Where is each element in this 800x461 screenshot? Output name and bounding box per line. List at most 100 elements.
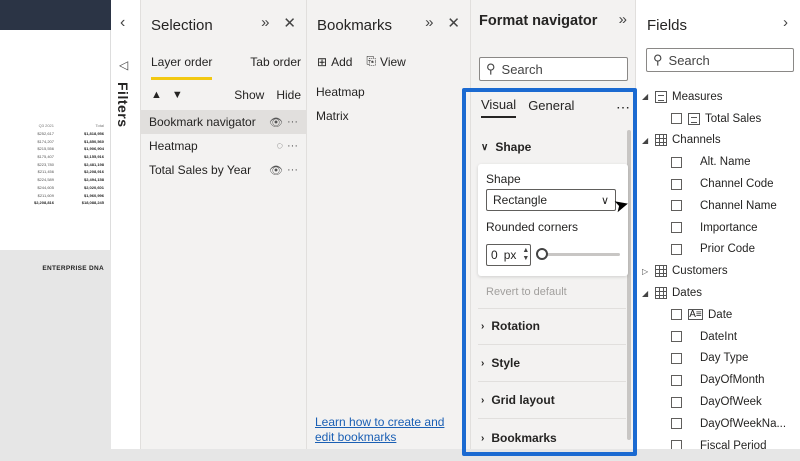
text-field-icon: A≡ [688,309,703,321]
fields-search-input[interactable]: ⚲ Search [646,48,794,72]
rounded-corners-stepper[interactable]: 0 px ▲ ▼ [486,244,531,266]
field-table-customers[interactable]: ▷ Customers [636,260,800,282]
tab-tab-order[interactable]: Tab order [250,55,301,80]
field-checkbox[interactable] [671,331,682,343]
section-bookmarks[interactable]: › Bookmarks [481,431,557,445]
chevron-down-icon[interactable]: ◢ [642,289,652,298]
show-button[interactable]: Show [234,88,264,102]
hide-button[interactable]: Hide [276,88,301,102]
collapse-pane-icon[interactable]: » [261,14,269,32]
search-icon: ⚲ [486,61,496,76]
expand-filters-icon[interactable]: ‹ [120,14,125,32]
eye-icon[interactable]: 👁 [269,116,283,129]
report-canvas[interactable]: Q3 2021 Total $252,617 $1,818,956 $174,207 $1… [0,0,111,461]
more-options-icon[interactable]: ··· [287,164,298,176]
field-table-dates[interactable]: ◢ Dates [636,282,800,304]
field-item[interactable]: DateInt [636,326,800,348]
add-label: Add [331,54,353,69]
section-shape[interactable]: ∨ Shape [481,140,531,154]
field-checkbox[interactable] [671,243,682,255]
matrix-cell: $175,407 [37,154,54,160]
field-checkbox[interactable] [671,352,682,364]
matrix-cell: $1,818,956 [83,131,104,137]
slider-knob[interactable] [536,248,548,260]
eye-off-icon[interactable]: ◌ [276,140,283,152]
bookmark-item-heatmap[interactable]: Heatmap [316,80,365,104]
tab-visual[interactable]: Visual [481,97,517,118]
more-options-icon[interactable]: ··· [287,140,298,152]
move-down-icon[interactable]: ▼ [172,89,183,101]
matrix-header-row: Q3 2021 Total [4,122,104,130]
collapse-pane-icon[interactable]: » [425,14,433,32]
matrix-cell: $252,617 [37,131,54,137]
section-rotation[interactable]: › Rotation [481,319,540,333]
measure-icon [688,112,700,125]
bookmark-item-matrix[interactable]: Matrix [316,104,365,128]
field-checkbox[interactable] [671,178,682,190]
field-item[interactable]: A≡ Date [636,304,800,326]
section-grid-layout[interactable]: › Grid layout [481,393,555,407]
filters-label[interactable]: Filters [115,82,131,128]
layer-item[interactable]: Bookmark navigator 👁 ··· [141,110,306,134]
field-label: Dates [672,287,703,300]
matrix-header-cell: Total [95,123,104,129]
field-checkbox[interactable] [671,222,682,234]
field-item[interactable]: DayOfWeek [636,391,800,413]
collapse-pane-icon[interactable]: » [619,11,627,28]
matrix-row: $224,589 $2,494,158 [4,176,104,184]
bookmarks-help-link[interactable]: Learn how to create and edit bookmarks [315,415,465,445]
expand-pane-icon[interactable]: › [783,14,788,31]
selection-pane: Selection » ✕ Layer order Tab order ▲ ▼ … [141,0,307,461]
matrix-visual[interactable]: Q3 2021 Total $252,617 $1,818,956 $174,207 $1… [4,122,104,207]
matrix-row: $211,456 $2,208,916 [4,168,104,176]
field-checkbox[interactable] [671,418,682,430]
field-checkbox[interactable] [671,396,682,408]
shape-dropdown[interactable]: Rectangle ∨ [486,189,616,211]
stepper-arrows-icon[interactable]: ▲ ▼ [522,247,529,263]
close-icon[interactable]: ✕ [283,14,296,32]
field-item[interactable]: DayOfWeekNa... [636,413,800,435]
field-item[interactable]: Day Type [636,348,800,370]
field-checkbox[interactable] [671,309,682,321]
field-item[interactable]: Total Sales [636,108,800,130]
section-style[interactable]: › Style [481,356,520,370]
tab-general[interactable]: General [528,98,574,117]
matrix-cell: $211,609 [37,192,54,198]
field-checkbox[interactable] [671,374,682,386]
matrix-row: $252,617 $1,818,956 [4,130,104,138]
format-search-input[interactable]: ⚲ Search [479,57,628,81]
layer-item[interactable]: Total Sales by Year 👁 ··· [141,158,306,182]
filters-pane-collapsed[interactable]: ‹ ◁ Filters [111,0,141,461]
field-checkbox[interactable] [671,156,682,168]
shape-value: Rectangle [493,193,548,207]
field-table-channels[interactable]: ◢ Channels [636,130,800,152]
tab-layer-order[interactable]: Layer order [151,55,213,80]
field-item[interactable]: Channel Name [636,195,800,217]
chevron-right-icon: › [481,357,485,369]
revert-to-default-button[interactable]: Revert to default [486,286,567,298]
field-item[interactable]: Channel Code [636,173,800,195]
field-item[interactable]: DayOfMonth [636,369,800,391]
more-options-icon[interactable]: ⋯ [616,99,631,116]
eye-icon[interactable]: 👁 [269,164,283,177]
matrix-cell: $211,456 [37,169,54,175]
chevron-right-icon[interactable]: ▷ [642,267,652,276]
field-checkbox[interactable] [671,113,682,125]
more-options-icon[interactable]: ··· [287,116,298,128]
view-bookmark-button[interactable]: ⎘ View [366,54,405,69]
bookmarks-title: Bookmarks [317,17,393,34]
rounded-corners-slider[interactable] [536,248,620,260]
field-item[interactable]: Alt. Name [636,151,800,173]
report-page[interactable]: Q3 2021 Total $252,617 $1,818,956 $174,207 $1… [0,30,111,272]
field-item[interactable]: Importance [636,217,800,239]
close-icon[interactable]: ✕ [447,14,460,32]
move-up-icon[interactable]: ▲ [151,89,162,101]
matrix-cell: $244,605 [37,184,54,190]
field-table-measures[interactable]: ◢ Measures [636,86,800,108]
chevron-down-icon[interactable]: ◢ [642,92,652,101]
field-checkbox[interactable] [671,200,682,212]
add-bookmark-button[interactable]: ⊞ Add [317,54,352,69]
layer-item[interactable]: Heatmap ◌ ··· [141,134,306,158]
field-item[interactable]: Prior Code [636,239,800,261]
chevron-down-icon[interactable]: ◢ [642,136,652,145]
